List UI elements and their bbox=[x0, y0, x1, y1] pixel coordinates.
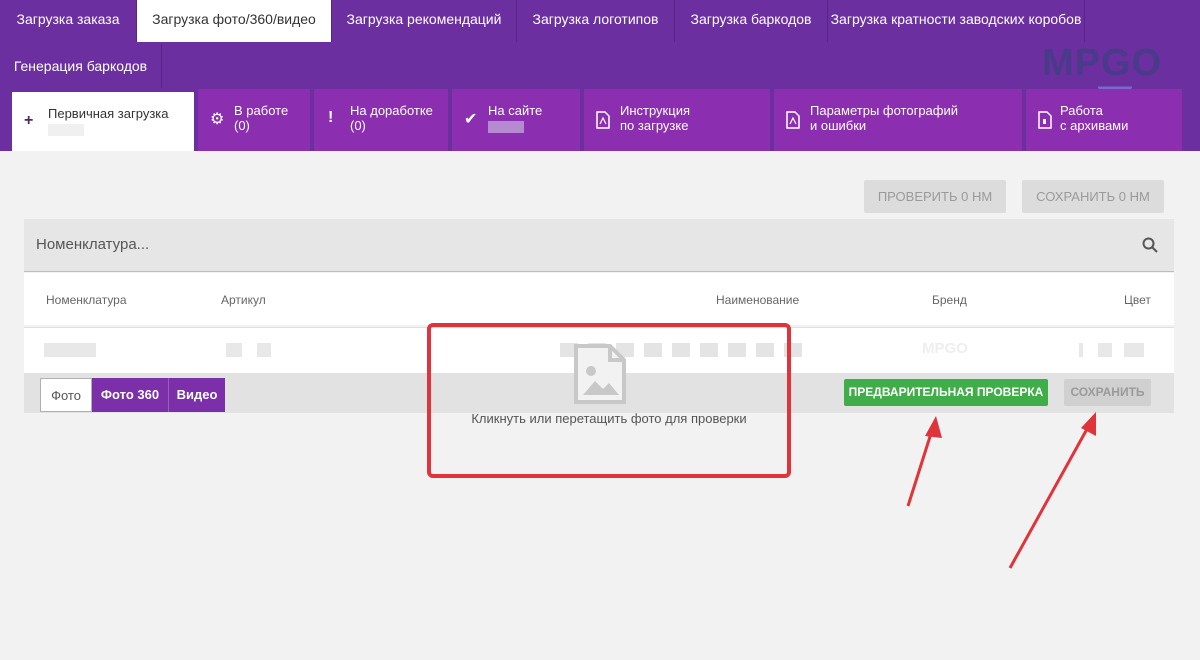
photo-dropzone[interactable]: Кликнуть или перетащить фото для проверк… bbox=[427, 323, 791, 478]
check-nm-button[interactable]: ПРОВЕРИТЬ 0 НМ bbox=[864, 180, 1006, 213]
gear-icon: ⚙ bbox=[210, 111, 225, 128]
tab-barcode-generation[interactable]: Генерация баркодов bbox=[0, 44, 162, 88]
tab-order-upload[interactable]: Загрузка заказа bbox=[0, 0, 137, 42]
subtab-photo-parameters[interactable]: Параметры фотографий и ошибки bbox=[774, 89, 1024, 151]
column-name[interactable]: Наименование bbox=[716, 293, 799, 307]
subtab-label: Первичная загрузка bbox=[48, 106, 169, 121]
tab-video[interactable]: Видео bbox=[168, 378, 225, 412]
cell-brand: MPGO bbox=[922, 340, 968, 357]
tab-logos-upload[interactable]: Загрузка логотипов bbox=[517, 0, 675, 42]
subtab-archives[interactable]: Работа с архивами bbox=[1026, 89, 1184, 151]
check-icon: ✔ bbox=[464, 111, 478, 128]
cell-article bbox=[226, 343, 242, 357]
column-nomenclature[interactable]: Номенклатура bbox=[46, 293, 127, 307]
cell-article-extra bbox=[257, 343, 271, 357]
subtab-upload-instructions[interactable]: Инструкция по загрузке bbox=[584, 89, 772, 151]
column-brand[interactable]: Бренд bbox=[932, 293, 967, 307]
subtab-on-site[interactable]: ✔ На сайте bbox=[452, 89, 582, 151]
tab-barcodes-upload[interactable]: Загрузка баркодов bbox=[675, 0, 828, 42]
column-article[interactable]: Артикул bbox=[221, 293, 266, 307]
image-file-icon bbox=[574, 344, 626, 404]
search-input[interactable]: Номенклатура... bbox=[36, 236, 149, 253]
placeholder-square bbox=[424, 290, 440, 302]
cell-color-extra bbox=[1124, 343, 1144, 357]
column-color[interactable]: Цвет bbox=[1124, 293, 1151, 307]
top-navigation: Загрузка заказа Загрузка фото/360/видео … bbox=[0, 0, 1200, 110]
subtab-revision[interactable]: ! На доработке (0) bbox=[314, 89, 450, 151]
pdf-icon bbox=[596, 111, 610, 129]
exclamation-icon: ! bbox=[328, 109, 334, 126]
search-icon[interactable] bbox=[1142, 237, 1158, 253]
save-nm-button[interactable]: СОХРАНИТЬ 0 НМ bbox=[1022, 180, 1164, 213]
subtab-initial-upload[interactable]: + Первичная загрузка bbox=[12, 89, 196, 151]
sub-navigation: + Первичная загрузка ⚙ В работе (0) ! На… bbox=[0, 89, 1200, 151]
tab-photo-upload[interactable]: Загрузка фото/360/видео bbox=[137, 0, 332, 42]
dropzone-text: Кликнуть или перетащить фото для проверк… bbox=[471, 411, 747, 426]
tab-photo-360[interactable]: Фото 360 bbox=[92, 378, 168, 412]
archive-icon bbox=[1038, 111, 1052, 129]
precheck-button[interactable]: ПРЕДВАРИТЕЛЬНАЯ ПРОВЕРКА bbox=[844, 379, 1048, 406]
search-bar[interactable]: Номенклатура... bbox=[24, 219, 1174, 272]
subtab-in-progress[interactable]: ⚙ В работе (0) bbox=[198, 89, 312, 151]
table-header: Номенклатура Артикул Наименование Бренд … bbox=[24, 273, 1174, 325]
tab-recommendations-upload[interactable]: Загрузка рекомендаций bbox=[332, 0, 517, 42]
plus-icon: + bbox=[24, 112, 34, 129]
pdf-icon bbox=[786, 111, 800, 129]
mpgo-logo: MPGO bbox=[1042, 42, 1163, 84]
cell-divider bbox=[1079, 343, 1083, 357]
cell-nomenclature bbox=[44, 343, 96, 357]
save-button[interactable]: СОХРАНИТЬ bbox=[1064, 379, 1151, 406]
cell-color bbox=[1098, 343, 1112, 357]
tab-box-multiplicity-upload[interactable]: Загрузка кратности заводских коробов bbox=[828, 0, 1085, 42]
tab-photo[interactable]: Фото bbox=[40, 378, 92, 412]
